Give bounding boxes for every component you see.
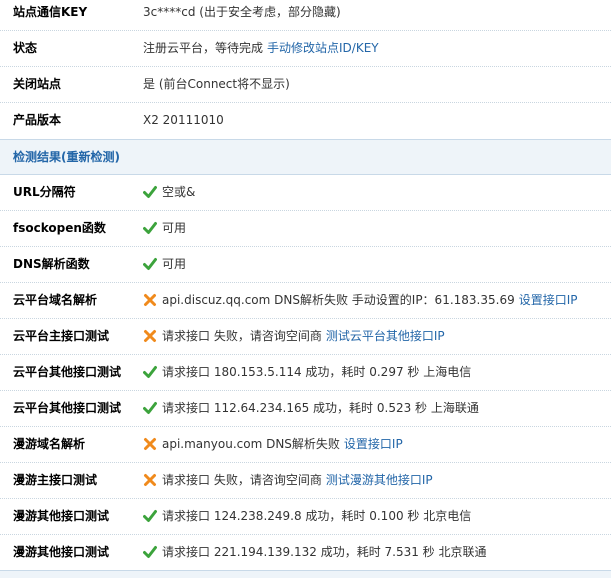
- check-text: api.manyou.com DNS解析失败: [162, 437, 340, 451]
- row-status: 状态 注册云平台，等待完成 手动修改站点ID/KEY: [0, 31, 611, 67]
- check-text: 可用: [162, 221, 187, 235]
- row-label: 漫游主接口测试: [13, 473, 98, 487]
- row-label: URL分隔符: [13, 185, 76, 199]
- row-label: 漫游其他接口测试: [13, 545, 110, 559]
- check-text: 请求接口 失败，请咨询空间商: [162, 329, 322, 343]
- row-value: 请求接口 112.64.234.165 成功，耗时 0.523 秒 上海联通: [143, 391, 479, 427]
- check-icon: [143, 402, 157, 414]
- row-value: 可用: [143, 247, 186, 283]
- row-cloud-other-api-1: 云平台其他接口测试 请求接口 180.153.5.114 成功，耗时 0.297…: [0, 355, 611, 391]
- section-title[interactable]: 检测结果(重新检测): [13, 140, 120, 174]
- test-cloud-other-ip-link[interactable]: 测试云平台其他接口IP: [326, 329, 445, 343]
- row-value: 注册云平台，等待完成 手动修改站点ID/KEY: [143, 31, 379, 67]
- check-text: 请求接口 180.153.5.114 成功，耗时 0.297 秒 上海电信: [162, 365, 472, 379]
- set-api-ip-link[interactable]: 设置接口IP: [519, 293, 578, 307]
- row-url-separator: URL分隔符 空或&: [0, 175, 611, 211]
- set-api-ip-link[interactable]: 设置接口IP: [344, 437, 403, 451]
- check-text: 请求接口 112.64.234.165 成功，耗时 0.523 秒 上海联通: [162, 401, 479, 415]
- row-label: 云平台其他接口测试: [13, 401, 122, 415]
- row-label: 云平台其他接口测试: [13, 365, 122, 379]
- row-value: api.discuz.qq.com DNS解析失败 手动设置的IP：61.183…: [143, 283, 578, 319]
- row-manyou-main-api: 漫游主接口测试 请求接口 失败，请咨询空间商 测试漫游其他接口IP: [0, 463, 611, 499]
- row-label: 产品版本: [13, 113, 62, 127]
- row-cloud-other-api-2: 云平台其他接口测试 请求接口 112.64.234.165 成功，耗时 0.52…: [0, 391, 611, 427]
- row-value: 可用: [143, 211, 186, 247]
- check-text: 空或&: [162, 185, 196, 199]
- check-icon: [143, 258, 157, 270]
- row-manyou-dns: 漫游域名解析 api.manyou.com DNS解析失败 设置接口IP: [0, 427, 611, 463]
- row-label: DNS解析函数: [13, 257, 90, 271]
- cross-icon: [144, 438, 156, 450]
- check-text: api.discuz.qq.com DNS解析失败 手动设置的IP：61.183…: [162, 293, 515, 307]
- cross-icon: [144, 294, 156, 306]
- row-value: 请求接口 失败，请咨询空间商 测试云平台其他接口IP: [143, 319, 445, 355]
- row-label: 状态: [13, 41, 38, 55]
- check-text: 请求接口 失败，请咨询空间商: [162, 473, 322, 487]
- row-fsockopen: fsockopen函数 可用: [0, 211, 611, 247]
- row-label: 云平台主接口测试: [13, 329, 110, 343]
- check-icon: [143, 186, 157, 198]
- row-dns-function: DNS解析函数 可用: [0, 247, 611, 283]
- status-text: 注册云平台，等待完成: [143, 41, 264, 55]
- check-text: 请求接口 221.194.139.132 成功，耗时 7.531 秒 北京联通: [162, 545, 487, 559]
- row-label: 云平台域名解析: [13, 293, 98, 307]
- check-icon: [143, 366, 157, 378]
- row-version: 产品版本 X2 20111010: [0, 103, 611, 139]
- check-icon: [143, 510, 157, 522]
- row-close-site: 关闭站点 是 (前台Connect将不显示): [0, 67, 611, 103]
- check-results-header: 检测结果(重新检测): [0, 139, 611, 175]
- row-site-key: 站点通信KEY 3c****cd (出于安全考虑，部分隐藏): [0, 0, 611, 31]
- row-manyou-other-api-2: 漫游其他接口测试 请求接口 221.194.139.132 成功，耗时 7.53…: [0, 535, 611, 571]
- row-value: 请求接口 失败，请咨询空间商 测试漫游其他接口IP: [143, 463, 433, 499]
- cross-icon: [144, 330, 156, 342]
- row-label: fsockopen函数: [13, 221, 106, 235]
- row-cloud-dns: 云平台域名解析 api.discuz.qq.com DNS解析失败 手动设置的I…: [0, 283, 611, 319]
- edit-site-id-link[interactable]: 手动修改站点ID/KEY: [267, 41, 379, 55]
- row-value: 请求接口 124.238.249.8 成功，耗时 0.100 秒 北京电信: [143, 499, 471, 535]
- row-label: 漫游域名解析: [13, 437, 86, 451]
- row-value: 空或&: [143, 175, 195, 211]
- row-manyou-other-api-1: 漫游其他接口测试 请求接口 124.238.249.8 成功，耗时 0.100 …: [0, 499, 611, 535]
- check-text: 可用: [162, 257, 187, 271]
- row-label: 关闭站点: [13, 77, 62, 91]
- row-value: 请求接口 221.194.139.132 成功，耗时 7.531 秒 北京联通: [143, 535, 487, 571]
- row-value: 请求接口 180.153.5.114 成功，耗时 0.297 秒 上海电信: [143, 355, 471, 391]
- row-value: 3c****cd (出于安全考虑，部分隐藏): [143, 5, 341, 19]
- cross-icon: [144, 474, 156, 486]
- row-value: X2 20111010: [143, 113, 224, 127]
- test-manyou-other-ip-link[interactable]: 测试漫游其他接口IP: [326, 473, 433, 487]
- row-value: 是 (前台Connect将不显示): [143, 77, 290, 91]
- check-icon: [143, 222, 157, 234]
- check-icon: [143, 546, 157, 558]
- row-value: api.manyou.com DNS解析失败 设置接口IP: [143, 427, 403, 463]
- row-label: 漫游其他接口测试: [13, 509, 110, 523]
- check-text: 请求接口 124.238.249.8 成功，耗时 0.100 秒 北京电信: [162, 509, 472, 523]
- row-label: 站点通信KEY: [13, 5, 88, 19]
- row-cloud-main-api: 云平台主接口测试 请求接口 失败，请咨询空间商 测试云平台其他接口IP: [0, 319, 611, 355]
